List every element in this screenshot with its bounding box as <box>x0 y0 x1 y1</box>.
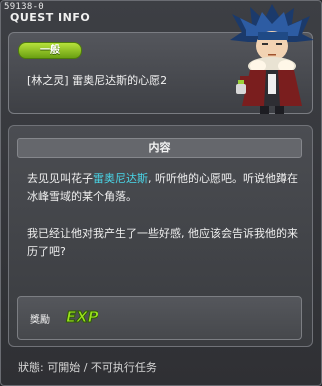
status-label: 狀態: <box>18 361 44 374</box>
category-badge: 一般 <box>18 42 82 59</box>
description-text: 去见见叫花子 <box>27 172 93 185</box>
quest-status: 狀態: 可開始 / 不可执行任务 <box>18 359 157 375</box>
quest-description-2: 我已经让他对我产生了一些好感, 他应该会告诉我他的来历了吧? <box>27 227 298 258</box>
exp-icon: EXP <box>66 308 99 327</box>
quest-description: 去见见叫花子雷奥尼达斯, 听听他的心愿吧。听说他蹲在冰峰雪域的某个角落。 <box>27 170 307 206</box>
exp-text: EXP <box>66 308 98 326</box>
reward-panel <box>17 296 302 340</box>
reward-label: 獎勵 <box>30 315 50 326</box>
npc-name-link[interactable]: 雷奥尼达斯 <box>93 172 148 185</box>
content-section-header: 内容 <box>17 138 302 158</box>
window-title: QUEST INFO <box>10 11 91 24</box>
quest-title: [林之灵] 雷奥尼达斯的心愿2 <box>27 74 168 87</box>
status-value: 可開始 / 不可执行任务 <box>47 361 157 374</box>
npc-portrait-icon <box>230 4 314 114</box>
